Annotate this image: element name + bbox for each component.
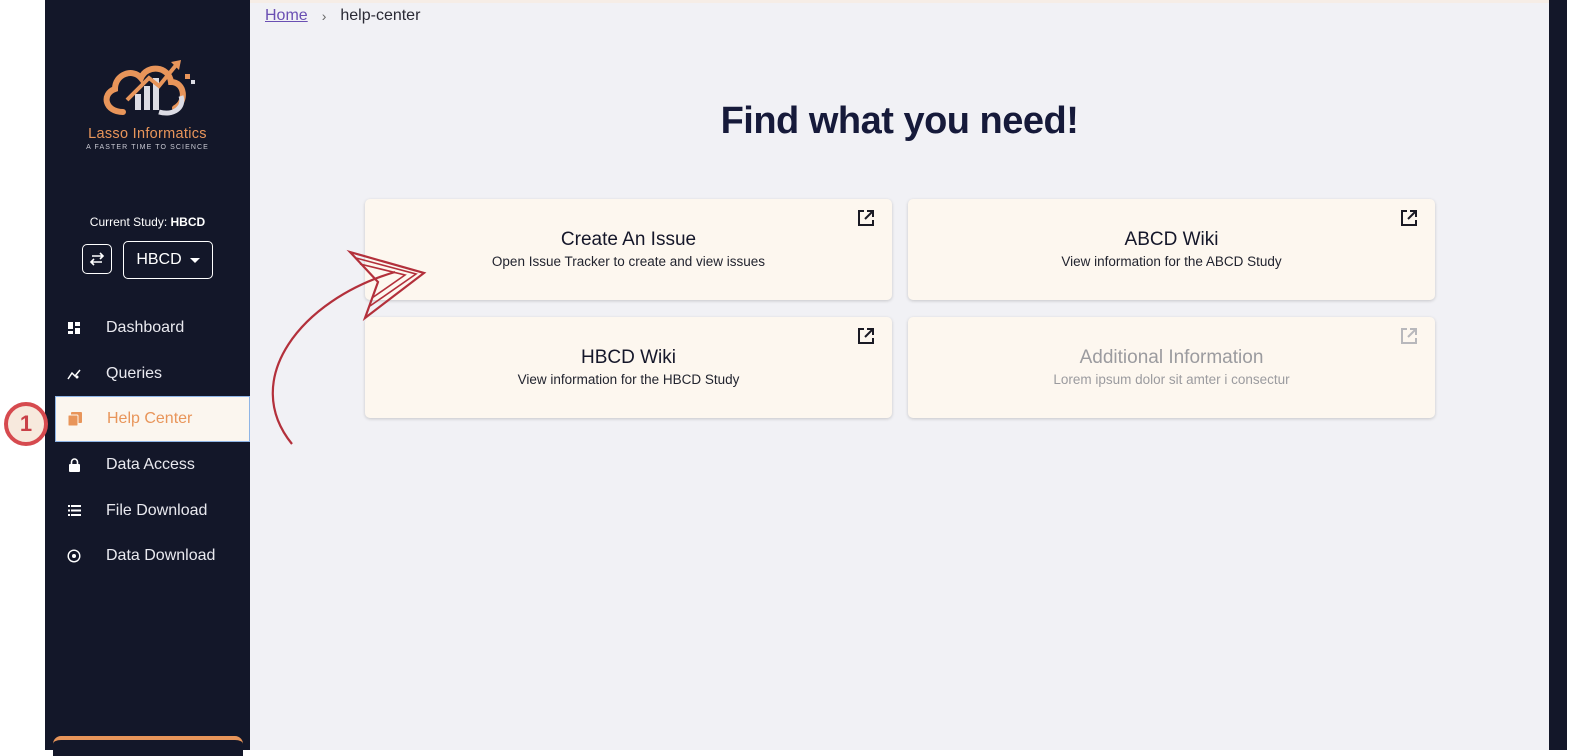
annotation-arrow-icon xyxy=(271,249,427,445)
app-window: Lasso Informatics A FASTER TIME TO SCIEN… xyxy=(0,0,1579,756)
annotation-step-badge: 1 xyxy=(4,402,48,446)
